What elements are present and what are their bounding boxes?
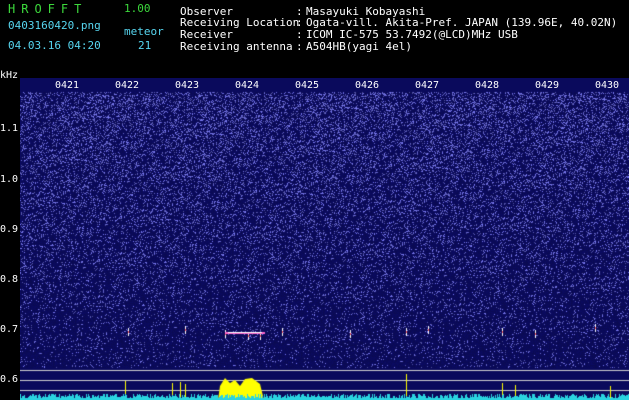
meteor-count: 21 [138, 39, 152, 52]
header-panel: HROFFT 1.00 0403160420.png meteor 04.03.… [0, 0, 629, 78]
y-tick-0-7: 0.7 [0, 324, 19, 335]
x-tick-0424: 0424 [234, 80, 260, 91]
y-tick-1-1: 1.1 [0, 123, 19, 134]
y-axis-unit: kHz [0, 70, 19, 81]
x-tick-0422: 0422 [114, 80, 140, 91]
x-tick-0423: 0423 [174, 80, 200, 91]
x-tick-0429: 0429 [534, 80, 560, 91]
filename: 0403160420.png [8, 19, 101, 32]
x-tick-0425: 0425 [294, 80, 320, 91]
x-tick-0430: 0430 [594, 80, 620, 91]
spectrogram: 0421 0422 0423 0424 0425 0426 0427 0428 0429 0430 [20, 78, 629, 400]
x-tick-0427: 0427 [414, 80, 440, 91]
antenna-value: A504HB(yagi 4el) [306, 40, 412, 53]
antenna-label: Receiving antenna [180, 40, 293, 53]
x-tick-0426: 0426 [354, 80, 380, 91]
x-tick-0421: 0421 [54, 80, 80, 91]
y-tick-0-8: 0.8 [0, 274, 19, 285]
app-version: 1.00 [124, 2, 151, 15]
y-tick-0-6: 0.6 [0, 374, 19, 385]
spectrogram-canvas [20, 78, 629, 400]
y-axis: kHz 1.1 1.0 0.9 0.8 0.7 0.6 [0, 70, 20, 400]
y-tick-0-9: 0.9 [0, 224, 19, 235]
meteor-label: meteor [124, 25, 164, 38]
app-title: HROFFT [8, 2, 88, 16]
x-tick-0428: 0428 [474, 80, 500, 91]
datetime: 04.03.16 04:20 [8, 39, 101, 52]
y-tick-1-0: 1.0 [0, 174, 19, 185]
antenna-colon: : [296, 40, 303, 53]
